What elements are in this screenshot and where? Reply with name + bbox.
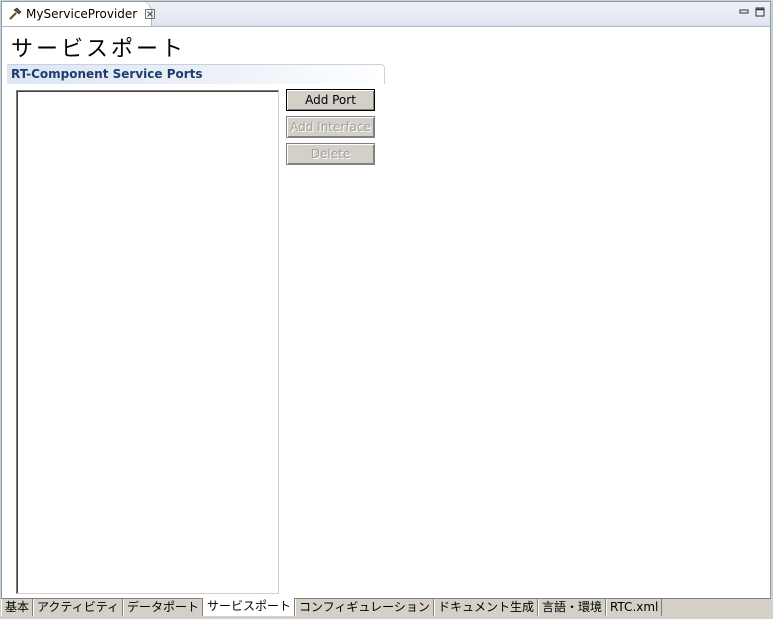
editor-tab-title: MyServiceProvider bbox=[26, 7, 138, 21]
add-port-button[interactable]: Add Port bbox=[286, 89, 375, 111]
tab-document-generation[interactable]: ドキュメント生成 bbox=[433, 599, 538, 616]
add-interface-button[interactable]: Add Interface bbox=[286, 116, 375, 138]
tab-language-environment[interactable]: 言語・環境 bbox=[537, 599, 606, 616]
editor-page-tabs: 基本 アクティビティ データポート サービスポート コンフィギュレーション ドキ… bbox=[1, 598, 771, 617]
close-icon[interactable] bbox=[145, 8, 156, 20]
editor-tab[interactable]: MyServiceProvider bbox=[2, 2, 156, 26]
page-title: サービスポート bbox=[11, 37, 187, 62]
hammer-icon bbox=[8, 6, 22, 22]
minimize-icon[interactable] bbox=[738, 6, 750, 18]
editor-window: MyServiceProvider サービスポート RT-Component S… bbox=[1, 1, 771, 617]
section-title: RT-Component Service Ports bbox=[11, 67, 203, 81]
tab-basic[interactable]: 基本 bbox=[1, 599, 34, 616]
service-ports-list[interactable] bbox=[16, 90, 279, 594]
maximize-icon[interactable] bbox=[754, 6, 766, 18]
editor-tabstrip: MyServiceProvider bbox=[2, 2, 770, 27]
section-header: RT-Component Service Ports bbox=[7, 64, 385, 84]
delete-button[interactable]: Delete bbox=[286, 143, 375, 165]
tab-dataport[interactable]: データポート bbox=[122, 599, 203, 616]
tab-rtc-xml[interactable]: RTC.xml bbox=[605, 599, 663, 616]
tab-serviceport[interactable]: サービスポート bbox=[203, 598, 296, 616]
tab-configuration[interactable]: コンフィギュレーション bbox=[295, 599, 434, 616]
tab-activity[interactable]: アクティビティ bbox=[33, 599, 123, 616]
